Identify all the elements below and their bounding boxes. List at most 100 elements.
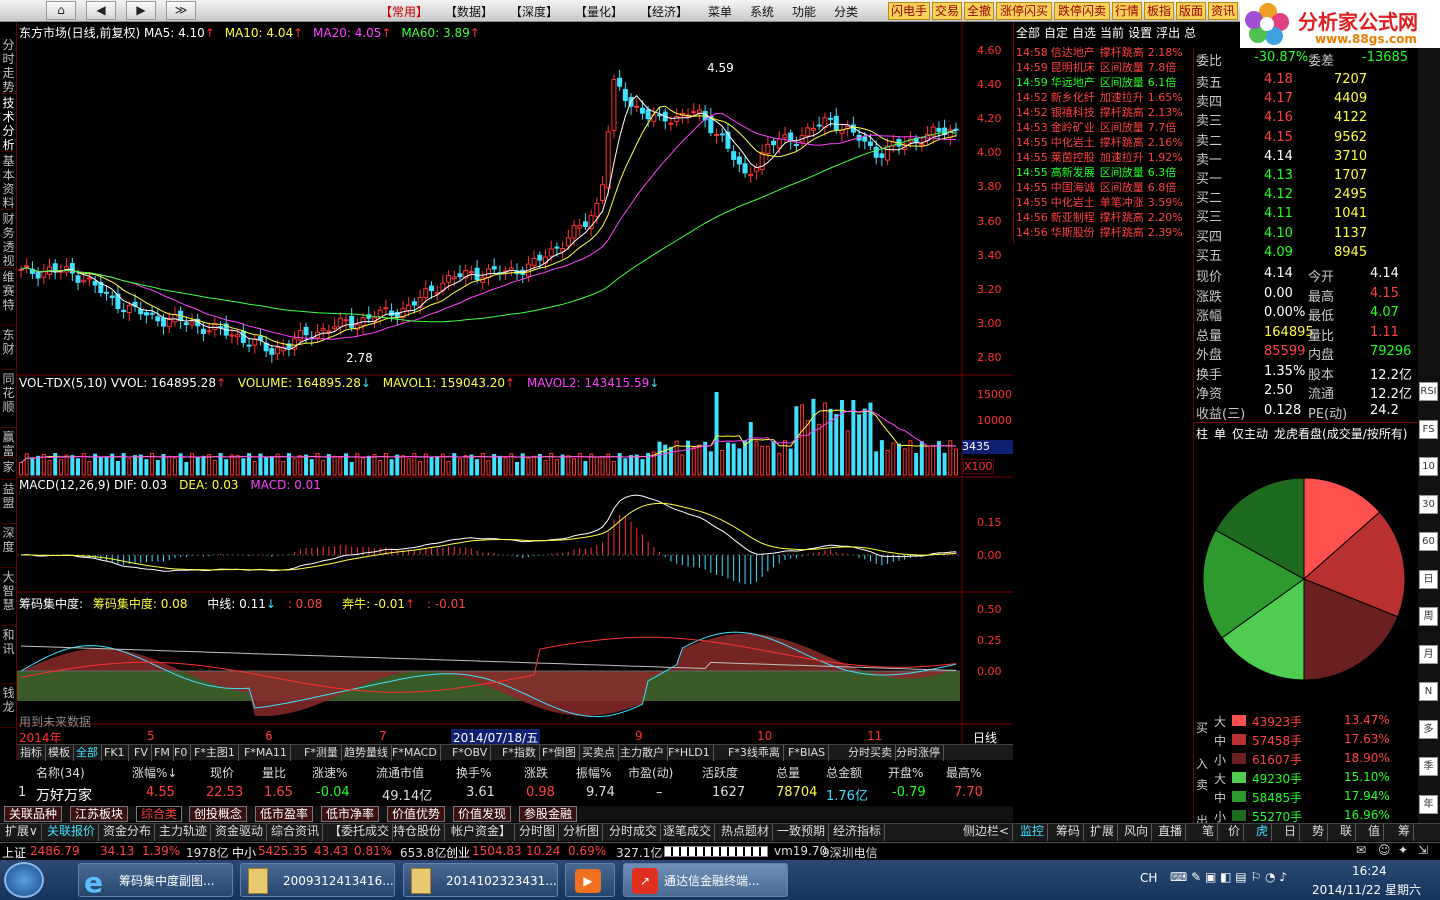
indicator-tab-16[interactable]: 主力散户: [617, 745, 668, 761]
side-icon-7[interactable]: 月: [1419, 645, 1438, 664]
monitor-row[interactable]: 14:59 华远地产 区间放量 6.1倍: [1016, 74, 1176, 90]
sector-tab-7[interactable]: 价值发现: [453, 806, 512, 822]
side-icon-6[interactable]: 周: [1419, 607, 1438, 626]
side-icon-11[interactable]: 年: [1419, 795, 1438, 814]
expand-icon[interactable]: ⇲: [1418, 843, 1428, 857]
left-tab-2[interactable]: 基本资料: [1, 154, 16, 210]
list-cell-6[interactable]: 49.14亿: [382, 785, 432, 804]
right-tab-9[interactable]: 势: [1309, 824, 1329, 841]
left-tab-11[interactable]: 大智慧: [1, 570, 16, 626]
side-icon-5[interactable]: 日: [1419, 570, 1438, 589]
left-tab-3[interactable]: 财务透视: [1, 212, 16, 268]
side-icon-8[interactable]: N: [1419, 682, 1438, 701]
left-tab-8[interactable]: 家: [1, 460, 16, 480]
monitor-row[interactable]: 14:52 银禧科技 撑杆跳高 2.13%: [1016, 104, 1183, 120]
menu-category[interactable]: 分类: [834, 3, 858, 20]
indicator-tab-3[interactable]: FK1: [101, 745, 129, 761]
list-header-6[interactable]: 换手%: [456, 764, 491, 781]
left-tab-10[interactable]: 深度: [1, 526, 16, 568]
monitor-row[interactable]: 14:55 中国海诚 区间放量 6.8倍: [1016, 179, 1176, 195]
indicator-tab-19[interactable]: F*BIAS: [785, 745, 830, 761]
bottom-tab-10[interactable]: 分析图: [560, 824, 604, 841]
orderbook-price[interactable]: 4.12: [1264, 187, 1293, 202]
right-tab-11[interactable]: 值: [1365, 824, 1385, 841]
side-icon-2[interactable]: 10: [1419, 457, 1438, 476]
back-button[interactable]: ◀: [86, 1, 116, 20]
user-icon[interactable]: ☺: [1378, 843, 1391, 857]
menu-quant[interactable]: 【量化】: [575, 3, 623, 20]
home-button[interactable]: ⌂: [46, 1, 76, 20]
bottom-tab-9[interactable]: 分时图: [516, 824, 560, 841]
layout-button[interactable]: 版面: [1176, 2, 1206, 20]
indicator-tab-7[interactable]: F*主图1: [191, 745, 239, 761]
monitor-tab-0[interactable]: 全部: [1016, 26, 1040, 40]
orderbook-price[interactable]: 4.17: [1264, 91, 1293, 106]
left-tab-0[interactable]: 分时走势: [1, 38, 16, 94]
list-cell-15[interactable]: 7.70: [954, 785, 983, 800]
side-icon-10[interactable]: 季: [1419, 757, 1438, 776]
ime-lang[interactable]: CH: [1140, 871, 1157, 885]
monitor-row[interactable]: 14:55 中化岩土 单笔冲涨 3.59%: [1016, 194, 1183, 210]
indicator-tab-11[interactable]: F*MACD: [389, 745, 441, 761]
list-cell-11[interactable]: 1627: [712, 785, 745, 800]
list-cell-1[interactable]: 万好万家: [36, 785, 92, 805]
list-cell-7[interactable]: 3.61: [466, 785, 495, 800]
indicator-tab-1[interactable]: 模板: [45, 745, 74, 761]
side-icon-9[interactable]: 多: [1419, 720, 1438, 739]
list-header-12[interactable]: 总金额: [826, 764, 862, 781]
list-cell-4[interactable]: 1.65: [264, 785, 293, 800]
right-tab-4[interactable]: 直播: [1155, 824, 1187, 841]
monitor-tab-1[interactable]: 自定: [1044, 26, 1068, 40]
right-tab-5[interactable]: 笔: [1199, 824, 1219, 841]
list-header-9[interactable]: 市盈(动): [628, 764, 673, 781]
list-header-7[interactable]: 涨跌: [524, 764, 548, 781]
sector-tab-3[interactable]: 创投概念: [189, 806, 248, 822]
list-header-2[interactable]: 现价: [210, 764, 234, 781]
bottom-tab-4[interactable]: 资金驱动: [212, 824, 268, 841]
indicator-tab-13[interactable]: F*指数: [499, 745, 540, 761]
bottom-tab-1[interactable]: 关联报价: [44, 824, 100, 841]
list-cell-10[interactable]: –: [656, 785, 663, 800]
right-tab-7[interactable]: 虎: [1253, 824, 1273, 841]
menu-depth[interactable]: 【深度】: [510, 3, 558, 20]
orderbook-price[interactable]: 4.18: [1264, 72, 1293, 87]
bottom-tab-16[interactable]: 侧边栏<: [960, 824, 1014, 841]
monitor-tab-2[interactable]: 自选: [1072, 26, 1096, 40]
orderbook-price[interactable]: 4.11: [1264, 206, 1293, 221]
board-index-button[interactable]: 板指: [1144, 2, 1174, 20]
side-icon-0[interactable]: RSI: [1419, 382, 1438, 401]
list-cell-5[interactable]: -0.04: [316, 785, 350, 800]
indicator-tab-0[interactable]: 指标: [17, 745, 46, 761]
menu-function[interactable]: 功能: [792, 3, 816, 20]
right-tab-6[interactable]: 价: [1225, 824, 1245, 841]
indicator-tab-6[interactable]: F0: [171, 745, 192, 761]
monitor-row[interactable]: 14:53 金岭矿业 区间放量 7.7倍: [1016, 119, 1176, 135]
monitor-tab-5[interactable]: 浮出: [1156, 26, 1180, 40]
monitor-tab-6[interactable]: 总: [1184, 26, 1196, 40]
monitor-row[interactable]: 14:55 中化岩土 撑杆跳高 2.16%: [1016, 134, 1183, 150]
list-header-13[interactable]: 开盘%: [888, 764, 923, 781]
bottom-tab-5[interactable]: 综合资讯: [268, 824, 324, 841]
pin-icon[interactable]: ✦: [1398, 843, 1408, 857]
bottom-tab-13[interactable]: 热点题材: [718, 824, 774, 841]
list-header-8[interactable]: 振幅%: [576, 764, 611, 781]
monitor-row[interactable]: 14:55 莱茵控股 加速拉升 1.92%: [1016, 149, 1183, 165]
right-tab-3[interactable]: 风向: [1121, 824, 1153, 841]
menu-common[interactable]: 【常用】: [380, 3, 428, 20]
right-tab-2[interactable]: 扩展: [1087, 824, 1119, 841]
list-header-14[interactable]: 最高%: [946, 764, 981, 781]
list-cell-8[interactable]: 0.98: [526, 785, 555, 800]
list-header-1[interactable]: 涨幅%↓: [132, 764, 177, 781]
pie-tab-0[interactable]: 柱: [1196, 427, 1208, 441]
indicator-tab-8[interactable]: F*MA11: [241, 745, 291, 761]
pie-tab-2[interactable]: 仅主动: [1232, 427, 1268, 441]
news-button[interactable]: 资讯: [1208, 2, 1238, 20]
orderbook-price[interactable]: 4.13: [1264, 168, 1293, 183]
flash-trade-button[interactable]: 闪电手: [888, 2, 930, 20]
bottom-tab-15[interactable]: 经济指标: [830, 824, 886, 841]
list-header-11[interactable]: 总量: [776, 764, 800, 781]
pie-tab-3[interactable]: 龙虎看盘(成交量/按所有): [1274, 427, 1407, 441]
monitor-tab-4[interactable]: 设置: [1128, 26, 1152, 40]
left-tab-13[interactable]: 钱龙: [1, 686, 16, 728]
sector-tab-4[interactable]: 低市盈率: [255, 806, 314, 822]
